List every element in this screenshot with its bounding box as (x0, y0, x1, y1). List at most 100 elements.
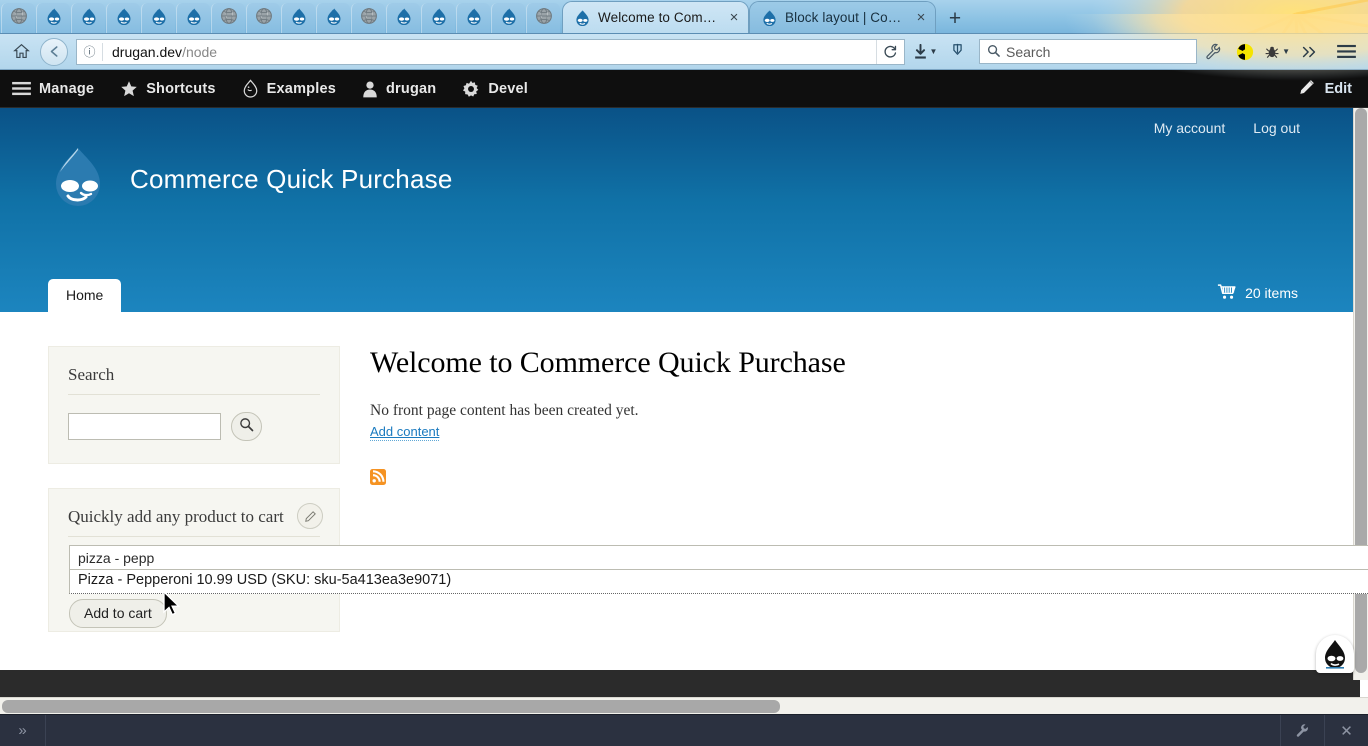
home-icon[interactable] (8, 39, 34, 65)
console-prompt-icon[interactable]: » (0, 714, 46, 746)
drupal-drop-icon (761, 9, 778, 27)
cart-indicator[interactable]: 20 items (1217, 283, 1298, 303)
download-icon[interactable]: ▼ (912, 39, 938, 65)
pinned-tab-8[interactable] (281, 3, 315, 33)
drupal-drop-icon (500, 7, 518, 30)
pinned-tab-4[interactable] (141, 3, 175, 33)
toolbar-item-shortcuts[interactable]: Shortcuts (107, 70, 228, 108)
pinned-tab-11[interactable] (386, 3, 420, 33)
add-content-link[interactable]: Add content (370, 424, 440, 441)
drupal-drop-icon (574, 9, 591, 27)
drupal-admin-toolbar: Manage Shortcuts Examples drugan Devel Edit (0, 70, 1368, 108)
console-close-icon[interactable]: ✕ (1324, 714, 1368, 746)
pinned-tab-3[interactable] (106, 3, 140, 33)
site-footer (0, 670, 1360, 697)
toolbar-item-label: Shortcuts (146, 80, 216, 97)
contextual-edit-button[interactable]: Edit (1286, 70, 1368, 108)
toolbar-item-manage[interactable]: Manage (0, 70, 107, 108)
autocomplete-suggestion-item[interactable]: Pizza - Pepperoni 10.99 USD (SKU: sku-5a… (69, 570, 1368, 594)
main-content: Welcome to Commerce Quick Purchase No fr… (340, 346, 1360, 656)
pinned-tab-12[interactable] (421, 3, 455, 33)
pinned-tab-15[interactable] (526, 3, 560, 33)
vertical-scrollbar[interactable] (1353, 108, 1368, 680)
sidebar-first: Search Quickly add any product to cart p… (48, 346, 1368, 656)
reload-icon[interactable] (876, 39, 904, 64)
horizontal-scrollbar[interactable] (0, 697, 1368, 714)
pinned-tab-6[interactable] (211, 3, 245, 33)
rss-feed-icon[interactable] (370, 469, 386, 485)
toolbar-item-label: Examples (266, 80, 336, 97)
pinned-tab-14[interactable] (491, 3, 525, 33)
devel-toolbar-badge[interactable] (1316, 635, 1354, 673)
drupal-drop-icon (430, 7, 448, 30)
toolbar-item-devel[interactable]: Devel (449, 70, 541, 108)
horizontal-scrollbar-thumb[interactable] (2, 700, 780, 713)
site-name[interactable]: Commerce Quick Purchase (130, 164, 452, 195)
console-wrench-icon[interactable] (1280, 714, 1324, 746)
contextual-links-pencil-icon[interactable] (297, 503, 323, 529)
close-icon[interactable]: × (726, 10, 742, 26)
quick-purchase-block: Quickly add any product to cart Pizza - … (48, 488, 1368, 632)
toolbar-item-label: Manage (39, 80, 95, 97)
drupal-drop-logo[interactable] (48, 146, 108, 212)
radiation-icon[interactable] (1232, 39, 1258, 65)
gear-icon (462, 80, 480, 98)
browser-search-box[interactable]: Search (979, 39, 1197, 64)
drupal-drop-icon (115, 7, 133, 30)
search-icon (987, 44, 1000, 60)
pinned-tab-10[interactable] (351, 3, 385, 33)
drupal-drop-icon (325, 7, 343, 30)
tab-home[interactable]: Home (48, 279, 122, 312)
bug-icon[interactable]: ▼ (1264, 39, 1290, 65)
toolbar-item-examples[interactable]: Examples (229, 70, 349, 108)
globe-icon (10, 7, 28, 30)
main-region: Search Quickly add any product to cart p… (0, 312, 1368, 656)
toolbar-item-label: drugan (385, 80, 437, 97)
drupal-drop-icon (80, 7, 98, 30)
chevron-down-icon-2[interactable]: ▼ (1282, 47, 1290, 56)
add-to-cart-button[interactable]: Add to cart (69, 599, 167, 628)
drupal-drop-icon (242, 79, 259, 98)
product-autocomplete-input[interactable] (69, 545, 1368, 570)
pinned-tab-0[interactable] (1, 3, 35, 33)
browser-tab-title: Block layout | Co… (785, 10, 902, 25)
globe-icon (535, 7, 553, 30)
url-text: drugan.dev/node (103, 44, 217, 60)
browser-tab-title: Welcome to Com… (598, 10, 717, 25)
account-link-log-out[interactable]: Log out (1253, 120, 1300, 136)
search-block: Search (48, 346, 340, 464)
url-host: drugan.dev (112, 43, 183, 60)
browser-tab-1[interactable]: Block layout | Co… × (750, 2, 935, 33)
new-tab-button[interactable]: + (941, 5, 969, 33)
browser-nav-toolbar: ⓘ drugan.dev/node ▼ Search ▼ (0, 14, 1368, 104)
shopping-cart-icon (1217, 283, 1237, 303)
browser-tab-bar: Welcome to Com… × Block layout | Co… × + (0, 0, 1368, 34)
search-input[interactable] (68, 413, 221, 440)
pinned-tab-1[interactable] (36, 3, 70, 33)
theme-sunburst-decoration (1038, 0, 1368, 33)
globe-icon (255, 7, 273, 30)
site-header: My account Log out Commerce Quick Purchas… (0, 108, 1360, 312)
info-icon[interactable]: ⓘ (77, 42, 103, 61)
wrench-icon[interactable] (1200, 39, 1226, 65)
primary-tabs: Home (48, 279, 122, 312)
account-link-my-account[interactable]: My account (1154, 120, 1226, 136)
close-icon[interactable]: × (913, 10, 929, 26)
back-arrow-icon[interactable] (40, 37, 68, 66)
hamburger-menu-icon[interactable] (1333, 39, 1359, 65)
url-bar[interactable]: ⓘ drugan.dev/node (76, 38, 905, 65)
browser-tab-0[interactable]: Welcome to Com… × (563, 2, 748, 33)
pinned-tab-9[interactable] (316, 3, 350, 33)
pinned-tab-5[interactable] (176, 3, 210, 33)
empty-front-page-message: No front page content has been created y… (370, 402, 639, 419)
save-to-pocket-icon[interactable] (944, 39, 970, 65)
chevron-down-icon[interactable]: ▼ (930, 47, 938, 56)
page-title: Welcome to Commerce Quick Purchase (370, 346, 846, 379)
chevron-double-right-icon[interactable] (1296, 39, 1322, 65)
toolbar-item-drugan[interactable]: drugan (349, 70, 449, 108)
pinned-tab-13[interactable] (456, 3, 490, 33)
pinned-tab-2[interactable] (71, 3, 105, 33)
star-icon (120, 80, 138, 98)
pinned-tab-7[interactable] (246, 3, 280, 33)
search-submit-button[interactable] (231, 412, 262, 441)
